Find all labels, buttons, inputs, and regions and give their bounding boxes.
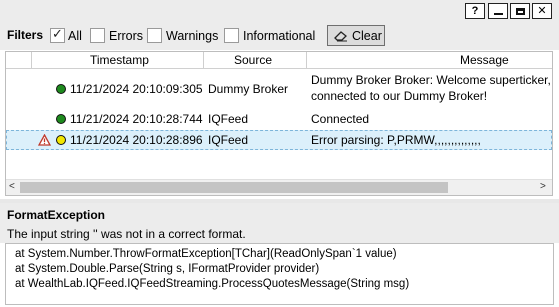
row-message-line1: Connected	[311, 112, 370, 126]
row-message-line1: Dummy Broker Broker: Welcome superticker…	[311, 73, 551, 87]
table-row[interactable]: 11/21/2024 20:10:28:744 IQFeed Connected	[6, 109, 552, 129]
scrollbar-thumb[interactable]	[20, 182, 448, 193]
column-header-timestamp[interactable]: Timestamp	[90, 53, 149, 67]
log-grid[interactable]: Timestamp Source Message 11/21/2024 20:1…	[5, 51, 553, 196]
table-row[interactable]: 11/21/2024 20:10:09:305 Dummy Broker Dum…	[6, 71, 552, 107]
row-source: IQFeed	[208, 112, 249, 126]
stack-trace-line: at System.Double.Parse(String s, IFormat…	[15, 263, 320, 275]
filter-warnings-label: Warnings	[166, 29, 219, 43]
window-titlebar: ? ✕	[0, 0, 559, 22]
filter-all-label: All	[68, 29, 82, 43]
exception-title: FormatException	[7, 208, 106, 222]
filters-title: Filters	[7, 28, 44, 42]
status-ok-icon	[56, 114, 66, 124]
row-timestamp: 11/21/2024 20:10:28:896	[70, 133, 203, 147]
filter-informational-label: Informational	[243, 29, 316, 43]
row-source: Dummy Broker	[208, 82, 289, 96]
stack-trace-line: at WealthLab.IQFeed.IQFeedStreaming.Proc…	[15, 278, 410, 290]
warning-icon	[38, 134, 51, 146]
help-button[interactable]: ?	[465, 3, 485, 19]
row-message-line1: Error parsing: P,PRMW,,,,,,,,,,,,,,	[311, 133, 481, 147]
stack-trace-panel[interactable]: at System.Number.ThrowFormatException[TC…	[5, 243, 554, 305]
filter-bar: Filters ✓ All Errors Warnings Informatio…	[0, 22, 559, 50]
status-ok-icon	[56, 84, 66, 94]
stack-trace-line: at System.Number.ThrowFormatException[TC…	[15, 248, 397, 260]
column-divider	[31, 52, 32, 68]
minimize-button[interactable]	[488, 3, 508, 19]
column-header-source[interactable]: Source	[234, 53, 272, 67]
row-timestamp: 11/21/2024 20:10:28:744	[70, 112, 203, 126]
minimize-icon	[493, 12, 503, 15]
maximize-icon	[515, 7, 525, 15]
eraser-icon	[334, 31, 347, 42]
filter-errors-checkbox[interactable]	[90, 28, 105, 43]
status-error-icon	[56, 135, 66, 145]
row-source: IQFeed	[208, 133, 249, 147]
table-row-selected[interactable]: 11/21/2024 20:10:28:896 IQFeed Error par…	[6, 130, 552, 150]
grid-header: Timestamp Source Message	[6, 52, 552, 69]
column-divider	[306, 52, 307, 68]
column-header-message[interactable]: Message	[460, 53, 509, 67]
maximize-button[interactable]	[510, 3, 530, 19]
row-message-line2: connected to our Dummy Broker!	[311, 89, 488, 103]
horizontal-scrollbar[interactable]: < >	[6, 179, 552, 195]
column-divider	[203, 52, 204, 68]
clear-button-label: Clear	[352, 29, 382, 43]
scroll-right-icon[interactable]: >	[540, 181, 546, 192]
row-timestamp: 11/21/2024 20:10:09:305	[70, 82, 203, 96]
exception-header: FormatException The input string '' was …	[0, 203, 559, 243]
close-icon: ✕	[537, 4, 547, 17]
filter-all-checkbox[interactable]: ✓	[50, 26, 65, 43]
exception-message: The input string '' was not in a correct…	[7, 227, 246, 241]
filter-warnings-checkbox[interactable]	[147, 28, 162, 43]
scroll-left-icon[interactable]: <	[9, 181, 15, 192]
help-icon: ?	[471, 4, 479, 17]
clear-button[interactable]: Clear	[327, 25, 385, 46]
checkmark-icon: ✓	[52, 26, 63, 41]
filter-informational-checkbox[interactable]	[224, 28, 239, 43]
filter-errors-label: Errors	[109, 29, 144, 43]
close-button[interactable]: ✕	[532, 3, 552, 19]
